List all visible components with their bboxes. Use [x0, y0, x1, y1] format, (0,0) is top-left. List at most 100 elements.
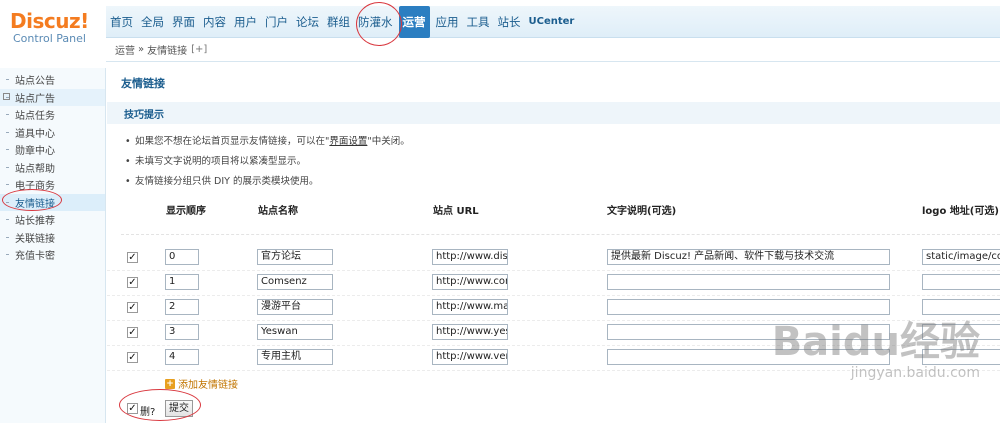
sidebar-item-relatedlinks[interactable]: 关联链接	[0, 229, 105, 247]
nav-home[interactable]: 首页	[106, 6, 137, 38]
breadcrumb: 运营 » 友情链接 [+]	[106, 38, 1000, 62]
col-desc: 文字说明(可选)	[607, 206, 677, 217]
add-link-label: 添加友情链接	[178, 380, 238, 391]
breadcrumb-root[interactable]: 运营	[115, 42, 135, 57]
name-input[interactable]: Yeswan	[257, 324, 333, 340]
url-input[interactable]: http://www.man	[432, 299, 508, 315]
add-friendlink-button[interactable]: + 添加友情链接	[165, 376, 238, 391]
sidebar-item-recommend[interactable]: 站长推荐	[0, 211, 105, 229]
nav-group[interactable]: 群组	[323, 6, 354, 38]
desc-input[interactable]	[607, 299, 890, 315]
order-input[interactable]: 4	[165, 349, 199, 365]
delete-label: 删?	[140, 407, 156, 418]
sidebar-item-ecommerce[interactable]: 电子商务	[0, 176, 105, 194]
url-input[interactable]: http://www.yesv	[432, 324, 508, 340]
nav-founder[interactable]: 站长	[494, 6, 525, 38]
sidebar-item-label: 关联链接	[15, 233, 55, 245]
desc-input[interactable]	[607, 274, 890, 290]
table-row: ✓ 0 官方论坛 http://www.discu 提供最新 Discuz! 产…	[107, 246, 1000, 271]
sidebar-item-card[interactable]: 充值卡密	[0, 246, 105, 264]
nav-tools[interactable]: 工具	[463, 6, 494, 38]
tips-list: • 如果您不想在论坛首页显示友情链接，可以在"界面设置"中关闭。 • 未填写文字说明…	[125, 132, 410, 192]
row-checkbox[interactable]: ✓	[127, 327, 138, 338]
col-logo: logo 地址(可选)	[922, 206, 999, 217]
name-input[interactable]: 专用主机	[257, 349, 333, 365]
delete-all-checkbox[interactable]: ✓	[127, 403, 138, 414]
row-checkbox[interactable]: ✓	[127, 302, 138, 313]
nav-global[interactable]: 全局	[137, 6, 168, 38]
name-input[interactable]: 官方论坛	[257, 249, 333, 265]
watermark-url: jingyan.baidu.com	[850, 365, 980, 381]
nav-forum[interactable]: 论坛	[292, 6, 323, 38]
style-settings-link[interactable]: 界面设置	[329, 136, 367, 147]
submit-button[interactable]: 提交	[165, 400, 193, 417]
baidu-watermark: Baidu经验 jingyan.baidu.com	[772, 320, 980, 382]
nav-operation[interactable]: 运营	[398, 5, 430, 38]
sidebar: 站点公告 站点广告 站点任务 道具中心 勋章中心 站点帮助 电子商务 友情链接 …	[0, 68, 106, 423]
nav-safe[interactable]: 防灌水	[354, 6, 397, 38]
sidebar-item-label: 道具中心	[15, 128, 55, 140]
sidebar-item-label: 电子商务	[15, 181, 55, 193]
plus-icon: +	[165, 378, 175, 389]
sidebar-item-label: 勋章中心	[15, 146, 55, 158]
name-input[interactable]: Comsenz	[257, 274, 333, 290]
page-title: 友情链接	[121, 77, 165, 90]
watermark-logo: Baidu经验	[771, 319, 980, 365]
order-input[interactable]: 1	[165, 274, 199, 290]
row-checkbox[interactable]: ✓	[127, 352, 138, 363]
table-row: ✓ 2 漫游平台 http://www.man	[107, 296, 1000, 321]
nav-user[interactable]: 用户	[230, 6, 261, 38]
sidebar-item-label: 站点公告	[15, 76, 55, 88]
sidebar-item-label: 充值卡密	[15, 251, 55, 263]
col-order: 显示顺序	[166, 206, 206, 217]
form-footer: ✓ 删? 提交	[107, 392, 1000, 423]
add-shortcut-button[interactable]: [+]	[191, 44, 207, 55]
breadcrumb-separator: »	[138, 44, 145, 55]
col-url: 站点 URL	[433, 206, 479, 217]
desc-input[interactable]: 提供最新 Discuz! 产品新闻、软件下载与技术交流	[607, 249, 890, 265]
name-input[interactable]: 漫游平台	[257, 299, 333, 315]
url-input[interactable]: http://www.very	[432, 349, 508, 365]
nav-ucenter[interactable]: UCenter	[525, 6, 579, 38]
sidebar-item-ads[interactable]: 站点广告	[0, 88, 105, 106]
edit-icon	[3, 92, 10, 100]
row-checkbox[interactable]: ✓	[127, 277, 138, 288]
sidebar-item-medals[interactable]: 勋章中心	[0, 141, 105, 159]
tip-item: • 未填写文字说明的项目将以紧凑型显示。	[125, 156, 307, 167]
nav-plugin[interactable]: 应用	[432, 6, 463, 38]
tips-header: 技巧提示	[107, 102, 1000, 124]
tip-item: • 友情链接分组只供 DIY 的展示类模块使用。	[125, 176, 319, 187]
sidebar-item-help[interactable]: 站点帮助	[0, 159, 105, 177]
nav-portal[interactable]: 门户	[261, 6, 292, 38]
sidebar-item-tasks[interactable]: 站点任务	[0, 106, 105, 124]
breadcrumb-current: 友情链接	[147, 46, 188, 57]
header-divider	[121, 234, 1000, 235]
nav-style[interactable]: 界面	[168, 6, 199, 38]
logo-input[interactable]	[922, 299, 1000, 315]
table-row: ✓ 1 Comsenz http://www.com	[107, 271, 1000, 296]
table-header: 显示顺序 站点名称 站点 URL 文字说明(可选) logo 地址(可选)	[107, 202, 1000, 217]
sidebar-item-label: 友情链接	[15, 198, 55, 210]
order-input[interactable]: 0	[165, 249, 199, 265]
url-input[interactable]: http://www.com	[432, 274, 508, 290]
logo-input[interactable]	[922, 274, 1000, 290]
order-input[interactable]: 3	[165, 324, 199, 340]
order-input[interactable]: 2	[165, 299, 199, 315]
url-input[interactable]: http://www.discu	[432, 249, 508, 265]
tip-item: • 如果您不想在论坛首页显示友情链接，可以在"界面设置"中关闭。	[125, 136, 410, 147]
sidebar-item-friendlinks[interactable]: 友情链接	[0, 193, 105, 211]
logo-input[interactable]: static/image/com	[922, 249, 1000, 265]
sidebar-item-magic[interactable]: 道具中心	[0, 124, 105, 142]
nav-content[interactable]: 内容	[199, 6, 230, 38]
col-name: 站点名称	[258, 206, 298, 217]
top-navigation: 首页 全局 界面 内容 用户 门户 论坛 群组 防灌水 运营 应用 工具 站长 …	[106, 5, 1000, 38]
logo-main: Discuz!	[10, 9, 89, 33]
sidebar-item-label: 站长推荐	[15, 216, 55, 228]
sidebar-item-label: 站点帮助	[15, 163, 55, 175]
sidebar-item-announce[interactable]: 站点公告	[0, 71, 105, 89]
discuz-logo[interactable]: Discuz! Control Panel	[10, 10, 106, 46]
sidebar-item-label: 站点广告	[15, 93, 55, 105]
row-checkbox[interactable]: ✓	[127, 252, 138, 263]
sidebar-item-label: 站点任务	[15, 111, 55, 123]
logo-sub: Control Panel	[13, 32, 86, 45]
